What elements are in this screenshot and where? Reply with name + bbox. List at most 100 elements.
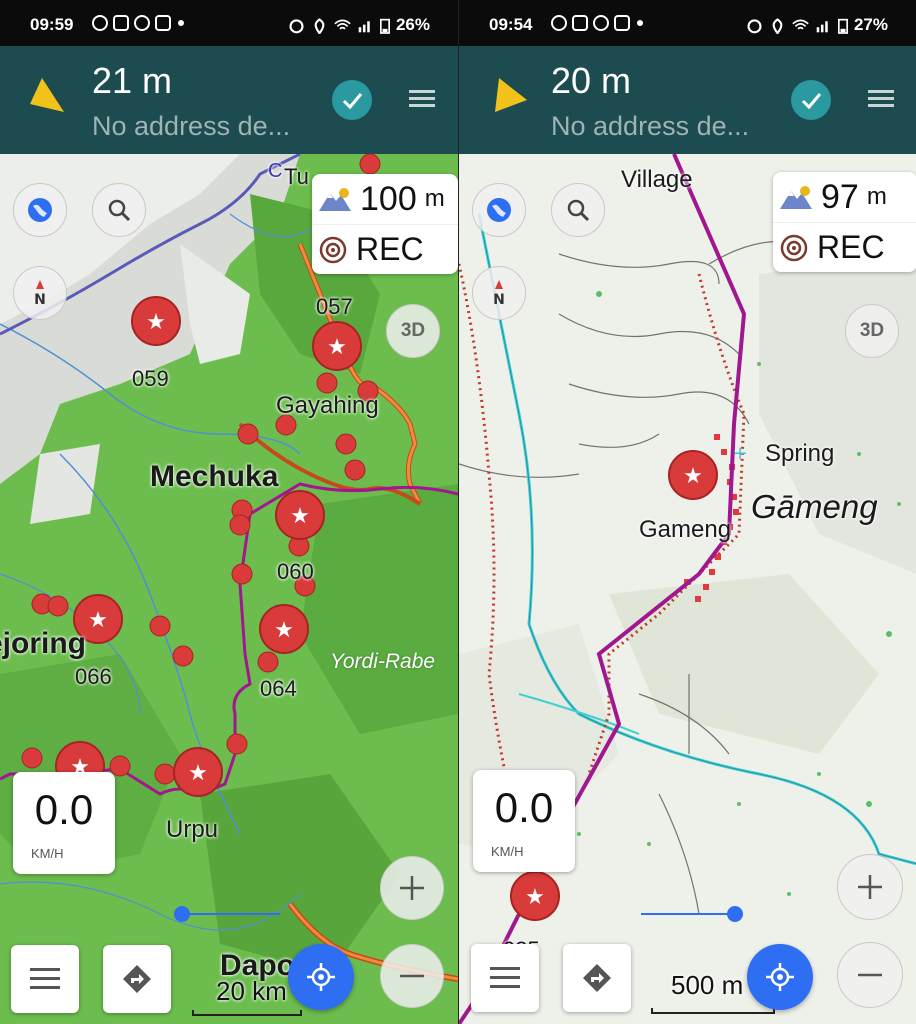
map-label-river: C — [268, 160, 283, 182]
compass-button[interactable]: N — [13, 266, 67, 320]
chat-icon — [134, 15, 150, 31]
map-label-yordi-rabe: Yordi-Rabe — [330, 650, 436, 673]
instagram-icon — [113, 15, 129, 31]
search-button[interactable] — [551, 183, 605, 237]
system-icons: 27% — [746, 15, 888, 35]
messenger-icon — [92, 15, 108, 31]
map-scale-bar — [651, 1008, 775, 1014]
map-label-057: 057 — [316, 294, 353, 319]
instagram-icon — [572, 15, 588, 31]
compass-icon: N — [493, 280, 505, 308]
speed-unit: KM/H — [31, 846, 64, 861]
wifi-icon — [792, 19, 809, 30]
check-icon — [342, 93, 363, 110]
altitude-icon — [780, 186, 812, 209]
directions-button[interactable] — [563, 944, 631, 1012]
compass-button[interactable]: N — [472, 266, 526, 320]
map-3d-label: 3D — [400, 320, 426, 341]
directions-button[interactable] — [103, 945, 171, 1013]
speed-value: 0.0 — [494, 784, 554, 831]
status-time: 09:59 — [30, 15, 74, 34]
map-label-gameng-region: Gāmeng — [751, 488, 878, 525]
record-icon — [319, 236, 347, 263]
svg-text:N: N — [493, 292, 505, 308]
map-view[interactable]: ★ ★ ★ ★ ★ ★ ★ C Tu 057 059 Gayahing Mechuka … — [0, 154, 458, 1024]
directions-icon — [123, 965, 151, 993]
search-button[interactable] — [92, 183, 146, 237]
speed-widget[interactable]: 0.0 KM/H — [473, 770, 575, 872]
svg-text:★: ★ — [146, 310, 166, 335]
map-scale-bar — [192, 1010, 302, 1016]
right-screen: 09:54 27% 20 m No address de... + ★ ★ Vi… — [458, 0, 916, 1024]
instagram-icon — [155, 15, 171, 31]
map-layers-button[interactable] — [472, 183, 526, 237]
notification-icons — [551, 15, 643, 31]
recording-widget[interactable]: REC — [773, 222, 916, 272]
my-location-button[interactable] — [288, 944, 354, 1010]
svg-text:★: ★ — [327, 335, 347, 360]
map-label-gayahing: Gayahing — [276, 392, 379, 419]
map-scale-label: 20 km — [216, 976, 287, 1006]
map-label-mechuka: Mechuka — [150, 460, 279, 493]
plus-icon — [400, 876, 424, 900]
map-3d-button[interactable]: 3D — [845, 304, 899, 358]
altitude-widget[interactable]: 97 m — [773, 172, 916, 222]
signal-icon — [816, 20, 828, 32]
target-address: No address de... — [551, 111, 750, 141]
confirm-check-button[interactable] — [332, 80, 372, 120]
list-menu-icon[interactable] — [868, 90, 894, 111]
list-menu-icon[interactable] — [409, 90, 435, 111]
main-menu-button[interactable] — [471, 944, 539, 1012]
status-bar: 09:59 26% — [0, 0, 458, 46]
crosshair-location-icon — [307, 963, 335, 991]
speed-value: 0.0 — [34, 786, 94, 833]
left-screen: 09:59 26% 21 m No address de... ★ ★ ★ ★ … — [0, 0, 458, 1024]
navigation-arrow-icon — [495, 78, 527, 112]
main-menu-button[interactable] — [11, 945, 79, 1013]
globe-icon — [28, 198, 52, 222]
recording-widget[interactable]: REC — [312, 224, 458, 274]
map-layers-button[interactable] — [13, 183, 67, 237]
search-icon — [567, 199, 590, 222]
zoom-in-button[interactable] — [837, 854, 903, 920]
record-icon — [780, 234, 808, 261]
svg-text:★: ★ — [274, 618, 294, 643]
map-label-tuting: Tu — [284, 164, 309, 189]
svg-text:★: ★ — [290, 504, 310, 529]
map-label-064: 064 — [260, 676, 297, 701]
chat-icon — [593, 15, 609, 31]
distance-to-target: 21 m — [92, 60, 173, 101]
compass-icon: N — [34, 280, 46, 308]
confirm-check-button[interactable] — [791, 80, 831, 120]
status-bar: 09:54 27% — [459, 0, 916, 46]
speed-widget[interactable]: 0.0 KM/H — [13, 772, 115, 874]
map-3d-button[interactable]: 3D — [386, 304, 440, 358]
zoom-out-button[interactable] — [380, 944, 444, 1008]
info-widget-panel[interactable]: 97 m REC — [773, 172, 916, 272]
search-icon — [108, 199, 131, 222]
map-label-gameng: Gameng — [639, 516, 732, 543]
info-widget-panel[interactable]: 100 m REC — [312, 174, 458, 274]
location-icon — [314, 17, 325, 34]
battery-icon — [379, 18, 390, 34]
map-label-spring: Spring — [765, 440, 835, 467]
altitude-icon — [319, 188, 351, 211]
notification-icons — [92, 15, 184, 31]
altitude-value: 100 — [360, 179, 417, 218]
svg-text:+: + — [732, 443, 747, 464]
zoom-out-button[interactable] — [837, 942, 903, 1008]
navigation-header: 21 m No address de... — [0, 46, 458, 154]
zoom-in-button[interactable] — [380, 856, 444, 920]
map-label-village: Village — [621, 166, 693, 193]
messenger-icon — [551, 15, 567, 31]
location-icon — [772, 17, 783, 34]
svg-text:★: ★ — [683, 464, 703, 489]
altitude-widget[interactable]: 100 m — [312, 174, 458, 224]
map-view[interactable]: + ★★ Village Spring Gāmeng Gameng 035 N … — [459, 154, 916, 1024]
navigation-arrow-icon — [30, 78, 64, 112]
target-address: No address de... — [92, 111, 291, 141]
my-location-button[interactable] — [747, 944, 813, 1010]
map-label-066: 066 — [75, 664, 112, 689]
more-dot-icon — [178, 20, 184, 26]
directions-icon — [583, 964, 611, 992]
